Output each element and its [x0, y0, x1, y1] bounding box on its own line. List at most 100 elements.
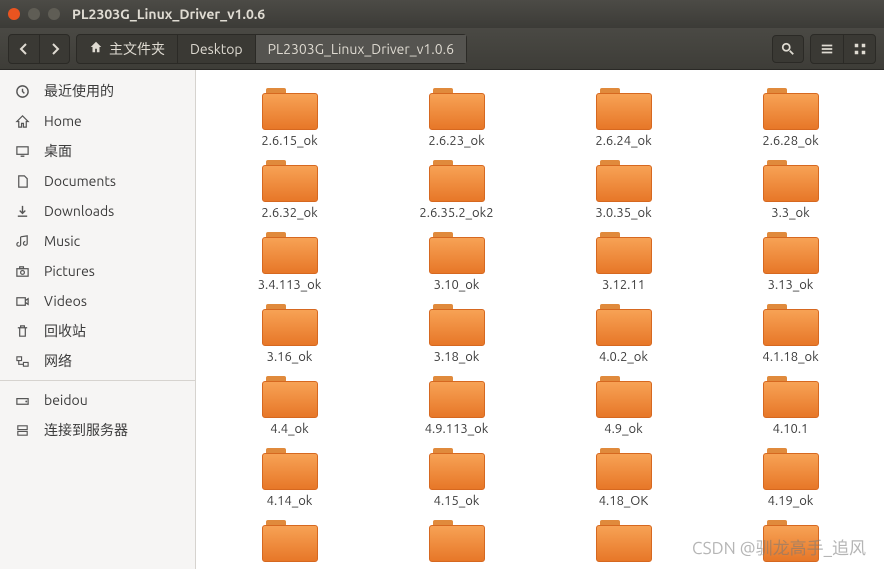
- folder-item[interactable]: 4.14_ok: [206, 444, 373, 516]
- sidebar-item-label: Home: [44, 113, 82, 129]
- sidebar-item-trash[interactable]: 回收站: [0, 316, 195, 346]
- folder-icon: [596, 160, 652, 202]
- sidebar-item-server[interactable]: 连接到服务器: [0, 415, 195, 445]
- music-icon: [14, 234, 30, 249]
- path-seg-label: Desktop: [190, 41, 243, 57]
- folder-item[interactable]: [373, 516, 540, 569]
- folder-icon: [596, 304, 652, 346]
- folder-item[interactable]: 4.1.18_ok: [707, 300, 874, 372]
- sidebar-item-doc[interactable]: Documents: [0, 166, 195, 196]
- folder-item[interactable]: 4.4_ok: [206, 372, 373, 444]
- path-seg-1[interactable]: PL2303G_Linux_Driver_v1.0.6: [255, 35, 466, 63]
- trash-icon: [14, 324, 30, 339]
- folder-label: 3.18_ok: [434, 350, 480, 364]
- folder-item[interactable]: 4.9_ok: [540, 372, 707, 444]
- folder-item[interactable]: [540, 516, 707, 569]
- folder-label: 3.10_ok: [434, 278, 480, 292]
- folder-label: 4.9_ok: [604, 422, 642, 436]
- sidebar-item-label: Pictures: [44, 263, 95, 279]
- minimize-button[interactable]: [28, 8, 40, 20]
- icon-view-button[interactable]: [843, 35, 875, 63]
- folder-label: 3.3_ok: [771, 206, 809, 220]
- folder-item[interactable]: 3.3_ok: [707, 156, 874, 228]
- folder-item[interactable]: 3.16_ok: [206, 300, 373, 372]
- drive-icon: [14, 393, 30, 408]
- close-button[interactable]: [8, 8, 20, 20]
- folder-label: 2.6.35.2_ok2: [419, 206, 493, 220]
- sidebar-item-label: beidou: [44, 392, 88, 408]
- folder-item[interactable]: 4.18_OK: [540, 444, 707, 516]
- folder-item[interactable]: 2.6.35.2_ok2: [373, 156, 540, 228]
- forward-button[interactable]: [39, 35, 69, 63]
- folder-item[interactable]: 3.12.11: [540, 228, 707, 300]
- folder-icon: [429, 232, 485, 274]
- folder-icon: [429, 448, 485, 490]
- folder-item[interactable]: 4.10.1: [707, 372, 874, 444]
- sidebar-item-label: 最近使用的: [44, 81, 114, 101]
- folder-item[interactable]: 3.13_ok: [707, 228, 874, 300]
- network-icon: [14, 354, 30, 369]
- maximize-button[interactable]: [48, 8, 60, 20]
- folder-item[interactable]: 2.6.23_ok: [373, 84, 540, 156]
- folder-item[interactable]: 3.18_ok: [373, 300, 540, 372]
- list-view-button[interactable]: [811, 35, 843, 63]
- folder-label: 2.6.15_ok: [261, 134, 317, 148]
- clock-icon: [14, 84, 30, 99]
- folder-item[interactable]: 4.19_ok: [707, 444, 874, 516]
- toolbar: 主文件夹 Desktop PL2303G_Linux_Driver_v1.0.6: [0, 28, 884, 70]
- file-grid: 2.6.15_ok 2.6.23_ok 2.6.24_ok 2.6.28_ok 2.6.…: [196, 70, 884, 569]
- folder-item[interactable]: 4.0.2_ok: [540, 300, 707, 372]
- path-seg-0[interactable]: Desktop: [177, 35, 255, 63]
- folder-label: 2.6.23_ok: [428, 134, 484, 148]
- sidebar-item-label: 网络: [44, 351, 72, 371]
- sidebar-item-drive[interactable]: beidou: [0, 385, 195, 415]
- titlebar: PL2303G_Linux_Driver_v1.0.6: [0, 0, 884, 28]
- sidebar: 最近使用的 Home 桌面 Documents Downloads Music …: [0, 70, 196, 569]
- folder-item[interactable]: 3.4.113_ok: [206, 228, 373, 300]
- folder-icon: [763, 88, 819, 130]
- sidebar-item-camera[interactable]: Pictures: [0, 256, 195, 286]
- folder-label: 2.6.28_ok: [762, 134, 818, 148]
- back-button[interactable]: [9, 35, 39, 63]
- folder-icon: [763, 520, 819, 562]
- path-home[interactable]: 主文件夹: [77, 35, 177, 63]
- folder-label: 3.4.113_ok: [258, 278, 322, 292]
- folder-item[interactable]: [206, 516, 373, 569]
- folder-icon: [763, 376, 819, 418]
- sidebar-item-label: 桌面: [44, 141, 72, 161]
- sidebar-item-video[interactable]: Videos: [0, 286, 195, 316]
- folder-label: 2.6.24_ok: [595, 134, 651, 148]
- sidebar-item-desktop[interactable]: 桌面: [0, 136, 195, 166]
- sidebar-item-label: Documents: [44, 173, 116, 189]
- folder-label: 3.12.11: [602, 278, 645, 292]
- sidebar-item-clock[interactable]: 最近使用的: [0, 76, 195, 106]
- sidebar-item-label: Music: [44, 233, 80, 249]
- search-button[interactable]: [772, 35, 804, 63]
- home-icon: [14, 114, 30, 129]
- folder-icon: [763, 160, 819, 202]
- video-icon: [14, 294, 30, 309]
- folder-item[interactable]: 2.6.24_ok: [540, 84, 707, 156]
- folder-icon: [429, 88, 485, 130]
- folder-label: 2.6.32_ok: [261, 206, 317, 220]
- folder-item[interactable]: 2.6.32_ok: [206, 156, 373, 228]
- folder-item[interactable]: 2.6.15_ok: [206, 84, 373, 156]
- folder-item[interactable]: 4.15_ok: [373, 444, 540, 516]
- folder-item[interactable]: 4.9.113_ok: [373, 372, 540, 444]
- sidebar-item-network[interactable]: 网络: [0, 346, 195, 376]
- folder-item[interactable]: [707, 516, 874, 569]
- home-icon: [89, 40, 103, 57]
- desktop-icon: [14, 144, 30, 159]
- folder-icon: [429, 160, 485, 202]
- folder-item[interactable]: 3.0.35_ok: [540, 156, 707, 228]
- folder-label: 4.19_ok: [768, 494, 814, 508]
- folder-item[interactable]: 2.6.28_ok: [707, 84, 874, 156]
- folder-item[interactable]: 3.10_ok: [373, 228, 540, 300]
- folder-label: 4.9.113_ok: [425, 422, 489, 436]
- sidebar-item-download[interactable]: Downloads: [0, 196, 195, 226]
- sidebar-item-home[interactable]: Home: [0, 106, 195, 136]
- folder-label: 4.0.2_ok: [599, 350, 648, 364]
- sidebar-item-music[interactable]: Music: [0, 226, 195, 256]
- sidebar-item-label: Downloads: [44, 203, 114, 219]
- folder-icon: [596, 232, 652, 274]
